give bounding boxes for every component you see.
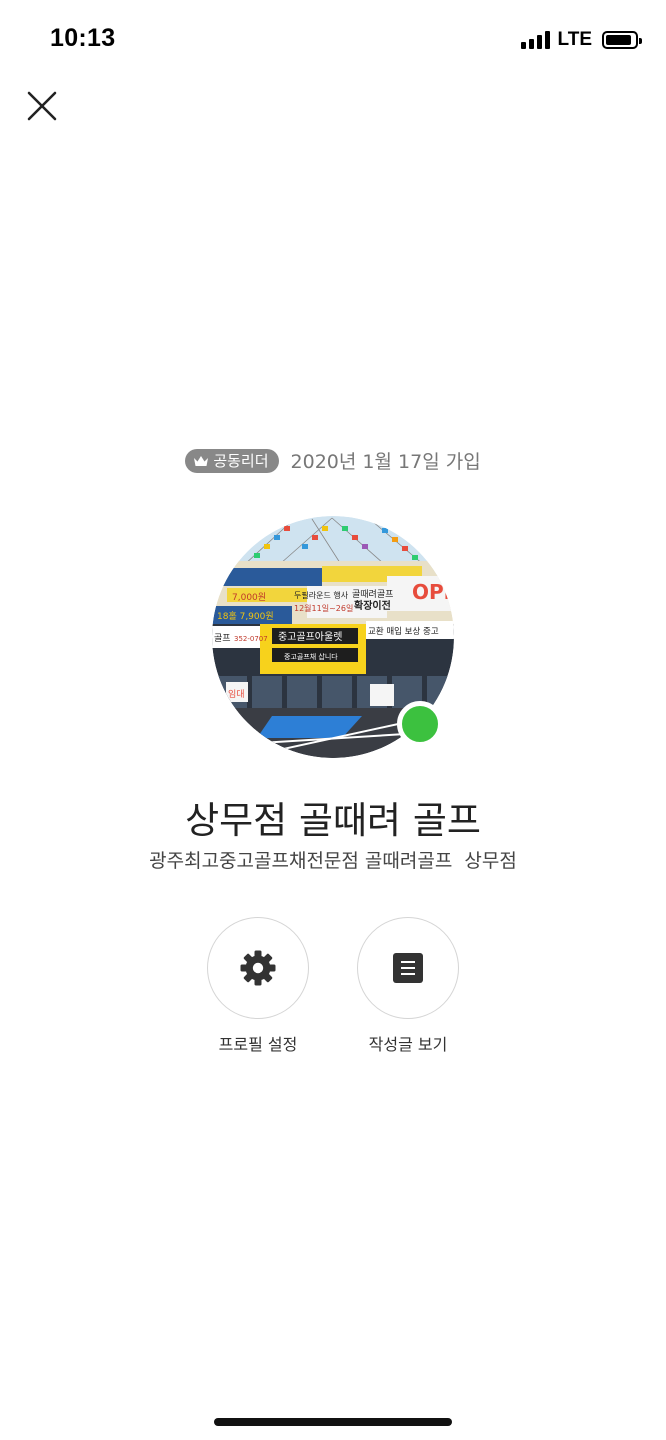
online-status-indicator [397,701,443,747]
profile-settings-button[interactable] [207,917,309,1019]
rent-sign: 임대 [228,688,245,700]
event-date: 12월11일~26일 [294,603,353,613]
left-sign: 골프 [214,633,231,644]
profile-settings-label: 프로필 설정 [218,1035,298,1054]
home-indicator[interactable] [214,1418,452,1426]
profile-description: 광주최고중고골프채전문점 골때려골프 상무점 [149,850,517,872]
close-button[interactable] [22,86,62,126]
crown-icon [194,455,209,466]
profile-name: 상무점 골때려 골프 [185,799,481,842]
close-icon [27,91,57,121]
main-sign: 중고골프아울렛 [278,631,342,643]
role-badge-label: 공동리더 [213,452,269,470]
price-sign: 7,000원 [232,592,266,603]
price-sign-2: 18홀 7,900원 [217,610,274,622]
phone-sign: 352-0707 [234,635,268,643]
open-sign: OPEN [412,580,454,604]
main-sub: 중고골프채 삽니다 [284,652,338,661]
join-date: 2020년 1월 17일 가입 [290,451,481,473]
signal-bars-icon [520,31,550,49]
gear-icon [240,950,276,986]
status-time: 10:13 [50,24,116,52]
profile-avatar[interactable]: 7,000원 두필라운드 행사 12월11일~26일 골때려골프 확장이전 OP… [212,516,454,758]
status-bar: 10:13 LTE [0,0,666,80]
role-badge: 공동리더 [185,448,279,473]
my-posts-button[interactable] [357,917,459,1019]
status-indicators: LTE [520,29,642,51]
move-sign-1: 골때려골프 [352,589,393,600]
right-sign: 교환 매입 보상 중고 [368,626,439,637]
battery-icon [602,31,642,49]
my-posts-action[interactable]: 작성글 보기 [328,917,488,1055]
join-info: 공동리더 2020년 1월 17일 가입 [0,447,666,474]
network-type: LTE [557,29,592,50]
my-posts-label: 작성글 보기 [368,1035,448,1054]
move-sign-2: 확장이전 [354,599,391,612]
event-sign: 두필라운드 행사 [294,590,349,600]
document-list-icon [393,953,423,983]
profile-settings-action[interactable]: 프로필 설정 [178,917,338,1055]
